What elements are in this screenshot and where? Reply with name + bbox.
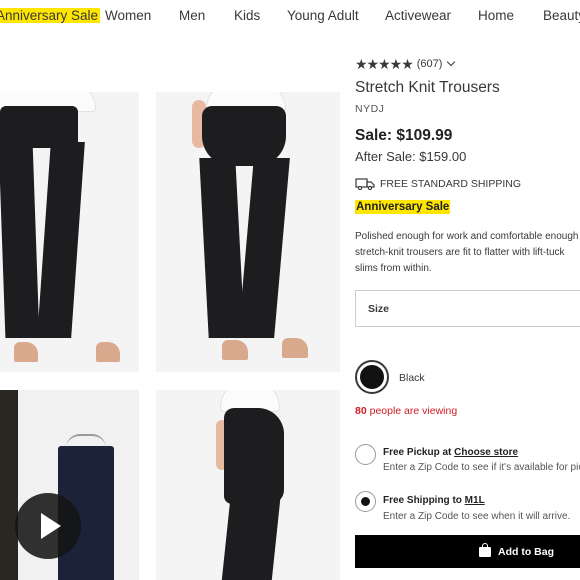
shipping-note: FREE STANDARD SHIPPING	[355, 178, 521, 190]
nav-anniversary-sale[interactable]: Anniversary Sale	[0, 8, 101, 23]
zip-link[interactable]: M1L	[465, 495, 485, 506]
description-line: Polished enough for work and comfortable…	[355, 231, 579, 242]
nav-home[interactable]: Home	[478, 8, 514, 23]
shoe-right	[96, 342, 120, 362]
pants-leg-left	[0, 142, 40, 338]
product-image-side[interactable]	[156, 390, 340, 580]
viewing-count: 80	[355, 405, 367, 417]
anniversary-sale-badge: Anniversary Sale	[355, 200, 451, 214]
star-rating-icon: ★★★★★	[355, 55, 414, 72]
shipping-title-text: Free Shipping to	[383, 495, 465, 506]
size-selector[interactable]: Size	[355, 290, 580, 327]
shopping-bag-icon	[479, 542, 491, 557]
size-label: Size	[368, 303, 390, 315]
pants-leg-right	[37, 142, 85, 338]
rating-row[interactable]: ★★★★★ (607)	[355, 55, 456, 72]
viewing-count-notice: 80 people are viewing	[355, 405, 457, 417]
shipping-text: FREE STANDARD SHIPPING	[380, 178, 521, 190]
pants-leg-shape	[220, 490, 282, 580]
add-to-bag-label: Add to Bag	[498, 545, 554, 558]
pickup-subtext: Enter a Zip Code to see if it's availabl…	[383, 462, 580, 473]
play-icon[interactable]	[15, 493, 81, 559]
product-image-front[interactable]	[0, 92, 139, 372]
pants-leg-right	[238, 158, 290, 338]
nav-women[interactable]: Women	[105, 8, 151, 23]
product-title: Stretch Knit Trousers	[355, 79, 500, 96]
choose-store-link[interactable]: Choose store	[454, 447, 518, 458]
pickup-title: Free Pickup at Choose store	[383, 447, 518, 458]
shipping-radio[interactable]	[355, 491, 376, 512]
description-line: slims from within.	[355, 263, 432, 274]
shoe-left	[222, 340, 248, 360]
nav-men[interactable]: Men	[179, 8, 205, 23]
nav-beauty[interactable]: Beauty	[543, 8, 580, 23]
review-count: (607)	[416, 58, 443, 70]
shoe-right	[282, 338, 308, 358]
after-sale-price: After Sale: $159.00	[355, 149, 467, 164]
nav-activewear[interactable]: Activewear	[385, 8, 451, 23]
nav-young-adult[interactable]: Young Adult	[287, 8, 359, 23]
product-description: Polished enough for work and comfortable…	[355, 229, 580, 277]
color-swatch-black[interactable]	[355, 360, 389, 394]
viewing-text: people are viewing	[366, 405, 458, 417]
shipping-title: Free Shipping to M1L	[383, 495, 485, 506]
top-nav: Anniversary Sale Women Men Kids Young Ad…	[0, 0, 580, 38]
product-video-thumbnail[interactable]	[0, 390, 139, 580]
pants-leg-left	[199, 158, 245, 338]
pickup-title-text: Free Pickup at	[383, 447, 455, 458]
truck-icon	[355, 178, 375, 190]
color-name: Black	[399, 372, 425, 384]
shipping-subtext: Enter a Zip Code to see when it will arr…	[383, 511, 571, 522]
description-line: stretch-knit trousers are fit to flatter…	[355, 247, 565, 258]
add-to-bag-button[interactable]: Add to Bag	[355, 535, 580, 568]
brand-name[interactable]: NYDJ	[355, 103, 384, 115]
pants-waist-shape	[202, 106, 286, 166]
product-image-back[interactable]	[156, 92, 340, 372]
pickup-radio[interactable]	[355, 444, 376, 465]
nav-kids[interactable]: Kids	[234, 8, 260, 23]
shoe-left	[14, 342, 38, 362]
closet-shape	[0, 390, 18, 580]
chevron-down-icon	[447, 57, 456, 67]
hanger-shape	[66, 434, 106, 448]
sale-price: Sale: $109.99	[355, 127, 453, 144]
